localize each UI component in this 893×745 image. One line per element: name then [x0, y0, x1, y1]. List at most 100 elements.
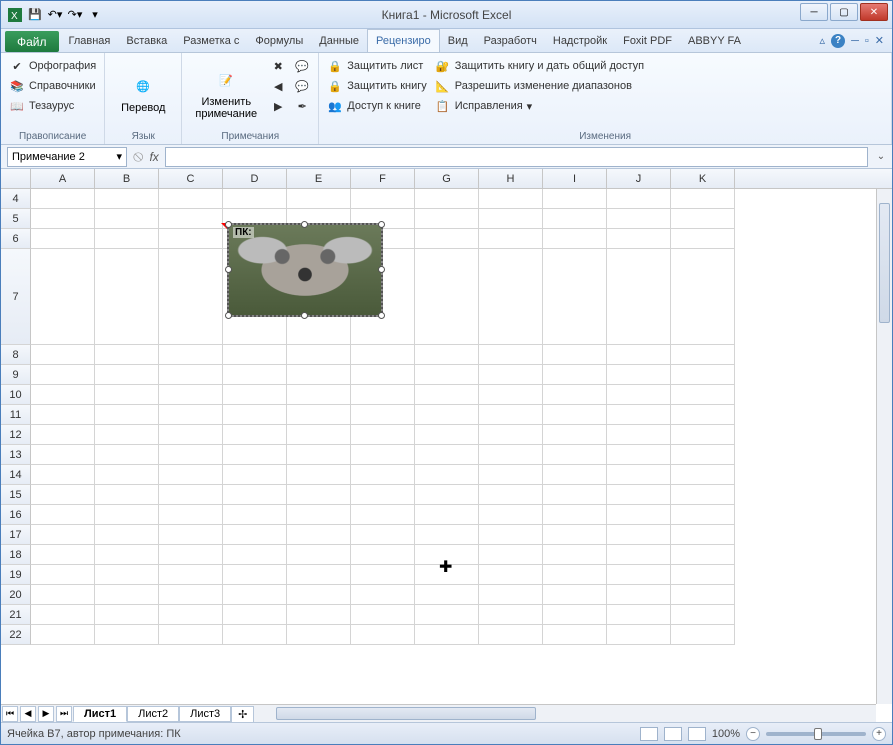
cell[interactable]	[479, 229, 543, 249]
next-comment-button[interactable]: ▶	[268, 97, 288, 115]
cell[interactable]	[415, 209, 479, 229]
cell[interactable]	[223, 585, 287, 605]
cell[interactable]	[351, 445, 415, 465]
row-header[interactable]: 8	[1, 345, 31, 365]
cell[interactable]	[95, 525, 159, 545]
tab-foxit[interactable]: Foxit PDF	[615, 29, 680, 52]
cell[interactable]	[351, 505, 415, 525]
cell[interactable]	[159, 625, 223, 645]
cell[interactable]	[607, 445, 671, 465]
cell[interactable]	[415, 425, 479, 445]
row-header[interactable]: 22	[1, 625, 31, 645]
tab-view[interactable]: Вид	[440, 29, 476, 52]
cell[interactable]	[607, 585, 671, 605]
cell[interactable]	[479, 405, 543, 425]
sheet-nav-next[interactable]: ▶	[38, 706, 54, 722]
sheet-tab[interactable]: Лист3	[179, 706, 231, 722]
tab-data[interactable]: Данные	[311, 29, 367, 52]
cell[interactable]	[31, 405, 95, 425]
sheet-tab[interactable]: Лист1	[73, 706, 127, 722]
cell[interactable]	[159, 189, 223, 209]
cell[interactable]	[159, 445, 223, 465]
edit-comment-button[interactable]: 📝 Изменить примечание	[188, 57, 264, 129]
cell[interactable]	[671, 209, 735, 229]
cell[interactable]	[95, 605, 159, 625]
sheet-tab[interactable]: Лист2	[127, 706, 179, 722]
cell[interactable]	[31, 545, 95, 565]
col-header[interactable]: F	[351, 169, 415, 188]
cell[interactable]	[415, 485, 479, 505]
cell[interactable]	[543, 485, 607, 505]
doc-close-icon[interactable]: ✕	[875, 34, 884, 47]
cell[interactable]	[287, 525, 351, 545]
cell[interactable]	[671, 565, 735, 585]
cell[interactable]	[543, 525, 607, 545]
cell[interactable]	[607, 209, 671, 229]
cell[interactable]	[223, 485, 287, 505]
cell[interactable]	[415, 505, 479, 525]
prev-comment-button[interactable]: ◀	[268, 77, 288, 95]
cell[interactable]	[95, 385, 159, 405]
cell[interactable]	[159, 585, 223, 605]
cell[interactable]	[287, 505, 351, 525]
cell[interactable]	[351, 565, 415, 585]
cell[interactable]	[543, 625, 607, 645]
cell[interactable]	[351, 189, 415, 209]
col-header[interactable]: B	[95, 169, 159, 188]
row-header[interactable]: 4	[1, 189, 31, 209]
cell[interactable]	[95, 625, 159, 645]
cell[interactable]	[95, 545, 159, 565]
resize-handle[interactable]	[225, 221, 232, 228]
cell[interactable]	[479, 545, 543, 565]
cell[interactable]	[31, 249, 95, 345]
resize-handle[interactable]	[225, 266, 232, 273]
cell[interactable]	[31, 445, 95, 465]
cell[interactable]	[95, 425, 159, 445]
cell[interactable]	[543, 445, 607, 465]
cell[interactable]	[159, 405, 223, 425]
cell[interactable]	[543, 345, 607, 365]
cell[interactable]	[671, 545, 735, 565]
cell[interactable]	[607, 229, 671, 249]
cell[interactable]	[607, 565, 671, 585]
cell[interactable]	[223, 345, 287, 365]
resize-handle[interactable]	[301, 312, 308, 319]
tab-insert[interactable]: Вставка	[118, 29, 175, 52]
tab-developer[interactable]: Разработч	[476, 29, 545, 52]
cell[interactable]	[223, 545, 287, 565]
col-header[interactable]: K	[671, 169, 735, 188]
track-changes-button[interactable]: 📋Исправления ▾	[433, 97, 646, 115]
cell[interactable]	[543, 605, 607, 625]
cell[interactable]	[351, 385, 415, 405]
cell[interactable]	[671, 465, 735, 485]
tab-review[interactable]: Рецензиро	[367, 29, 440, 52]
cell[interactable]	[351, 345, 415, 365]
cell[interactable]	[415, 545, 479, 565]
cell[interactable]	[31, 525, 95, 545]
cell[interactable]	[543, 425, 607, 445]
cell[interactable]	[415, 385, 479, 405]
zoom-out-button[interactable]: −	[746, 727, 760, 741]
cell[interactable]	[351, 605, 415, 625]
ribbon-minimize-icon[interactable]: ▵	[820, 34, 826, 47]
cell[interactable]	[671, 425, 735, 445]
row-header[interactable]: 13	[1, 445, 31, 465]
cell[interactable]	[415, 585, 479, 605]
maximize-button[interactable]: ▢	[830, 3, 858, 21]
cell[interactable]	[671, 605, 735, 625]
cell[interactable]	[31, 605, 95, 625]
cell[interactable]	[95, 209, 159, 229]
row-header[interactable]: 21	[1, 605, 31, 625]
cell[interactable]	[31, 565, 95, 585]
cell[interactable]	[95, 229, 159, 249]
cell[interactable]	[671, 625, 735, 645]
cell[interactable]	[287, 485, 351, 505]
cell[interactable]	[479, 465, 543, 485]
cell[interactable]	[607, 605, 671, 625]
cell[interactable]	[31, 209, 95, 229]
cell[interactable]	[543, 189, 607, 209]
cell[interactable]	[415, 345, 479, 365]
cell[interactable]	[351, 405, 415, 425]
cell[interactable]	[607, 345, 671, 365]
cell[interactable]	[287, 405, 351, 425]
